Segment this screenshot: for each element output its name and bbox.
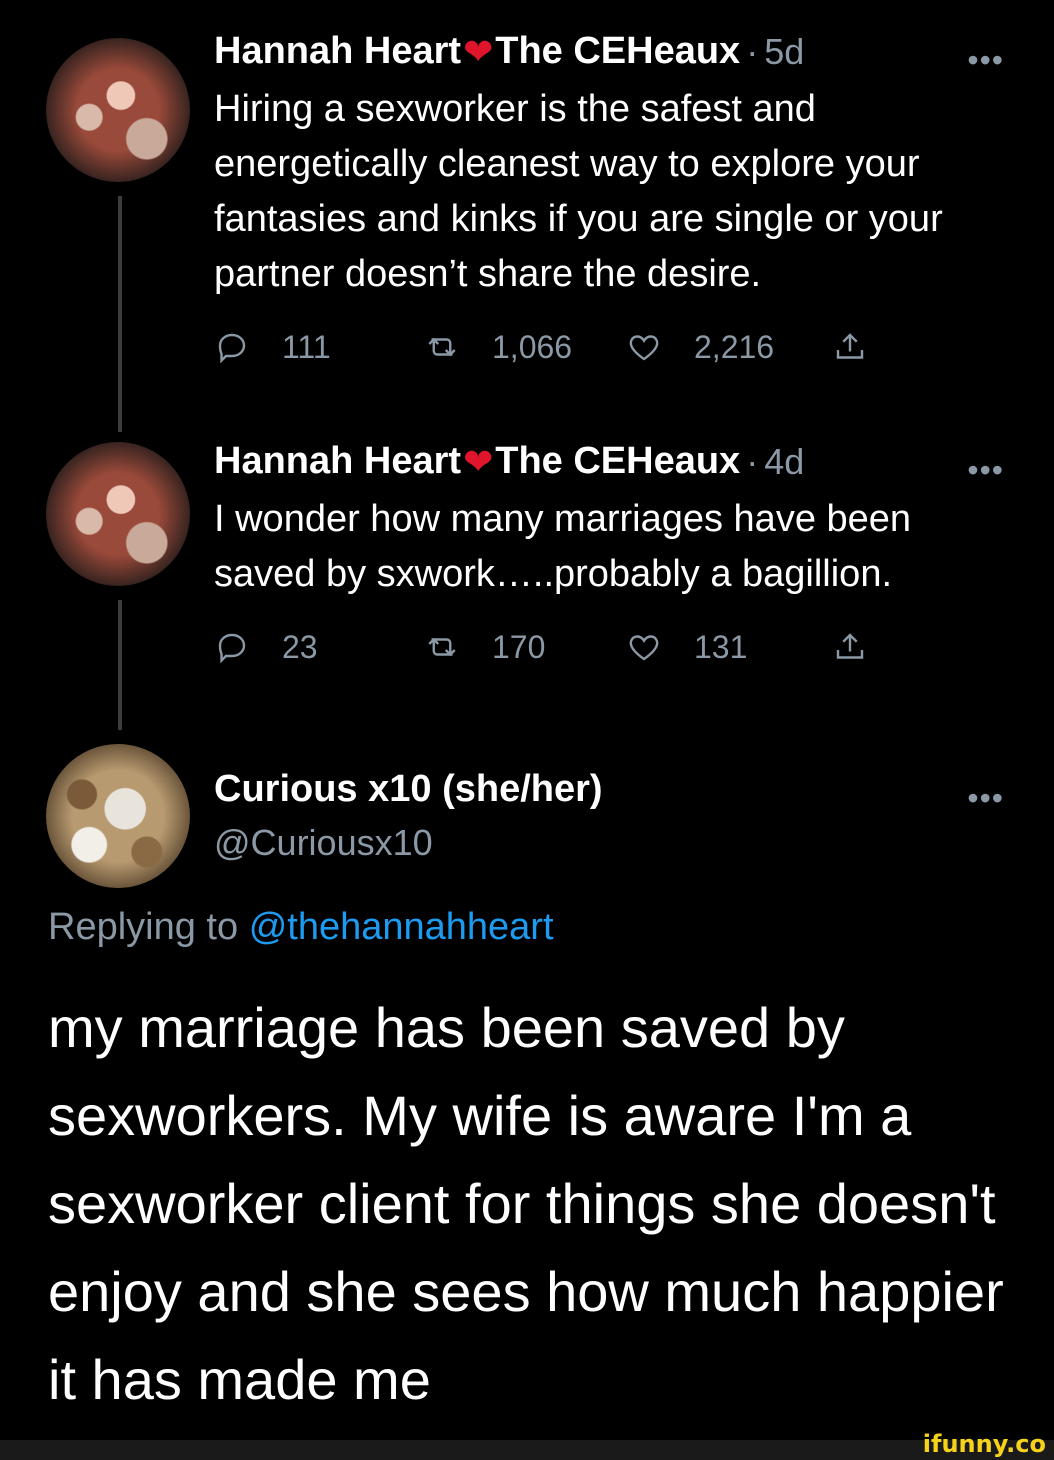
watermark: ifunny.co: [922, 1430, 1046, 1458]
reply-header: Curious x10 (she/her): [214, 768, 603, 811]
replying-to: Replying to @thehannahheart: [48, 906, 554, 949]
reply-text: my marriage has been saved by sexworkers…: [48, 996, 1004, 1411]
avatar[interactable]: [46, 38, 190, 182]
timestamp[interactable]: 5d: [764, 31, 804, 73]
author-name-suffix[interactable]: The CEHeaux: [495, 440, 740, 483]
retweet-count: 170: [492, 628, 546, 665]
retweet-icon: [428, 337, 456, 357]
avatar[interactable]: [46, 744, 190, 888]
author-handle[interactable]: @Curiousx10: [214, 822, 433, 864]
avatar[interactable]: [46, 442, 190, 586]
mention-link[interactable]: @thehannahheart: [249, 906, 554, 948]
timestamp[interactable]: 4d: [764, 441, 804, 483]
author-name[interactable]: Hannah Heart: [214, 440, 461, 483]
separator-dot: ·: [746, 440, 759, 482]
more-icon[interactable]: •••: [967, 44, 1004, 76]
more-icon[interactable]: •••: [967, 454, 1004, 486]
tweet-header: Hannah Heart ❤ The CEHeaux · 4d: [214, 440, 804, 483]
retweet-button[interactable]: 170: [424, 627, 545, 667]
retweet-button[interactable]: 1,066: [424, 327, 572, 367]
thread-line: [118, 600, 122, 730]
tweet-actions: 23 170 131: [214, 627, 914, 667]
like-button[interactable]: 2,216: [626, 327, 774, 367]
like-count: 2,216: [694, 328, 775, 365]
like-button[interactable]: 131: [626, 627, 747, 667]
separator-dot: ·: [746, 30, 759, 72]
share-icon: [836, 333, 864, 359]
author-name[interactable]: Curious x10 (she/her): [214, 768, 603, 811]
tweet-text: I wonder how many marriages have been sa…: [214, 498, 912, 595]
author-name[interactable]: Hannah Heart: [214, 30, 461, 73]
retweet-icon: [428, 637, 456, 657]
watermark-bar: [0, 1440, 1054, 1460]
like-icon: [629, 335, 659, 361]
reply-button[interactable]: 111: [214, 327, 331, 367]
share-button[interactable]: [832, 627, 900, 667]
tweet-header: Hannah Heart ❤ The CEHeaux · 5d: [214, 30, 804, 73]
replying-label: Replying to: [48, 906, 239, 948]
tweet-actions: 111 1,066 2,216: [214, 327, 914, 367]
reply-button[interactable]: 23: [214, 627, 318, 667]
heart-emoji: ❤: [463, 440, 494, 482]
tweet-text: Hiring a sexworker is the safest and ene…: [214, 88, 943, 295]
like-icon: [629, 635, 659, 661]
thread-line: [118, 196, 122, 432]
retweet-count: 1,066: [492, 328, 573, 365]
share-button[interactable]: [832, 327, 900, 367]
reply-count: 111: [282, 328, 331, 365]
heart-emoji: ❤: [463, 30, 494, 72]
share-icon: [836, 633, 864, 659]
reply-icon: [218, 633, 246, 664]
more-icon[interactable]: •••: [967, 782, 1004, 814]
like-count: 131: [694, 628, 748, 665]
reply-count: 23: [282, 628, 318, 665]
reply-icon: [218, 333, 246, 364]
author-name-suffix[interactable]: The CEHeaux: [495, 30, 740, 73]
